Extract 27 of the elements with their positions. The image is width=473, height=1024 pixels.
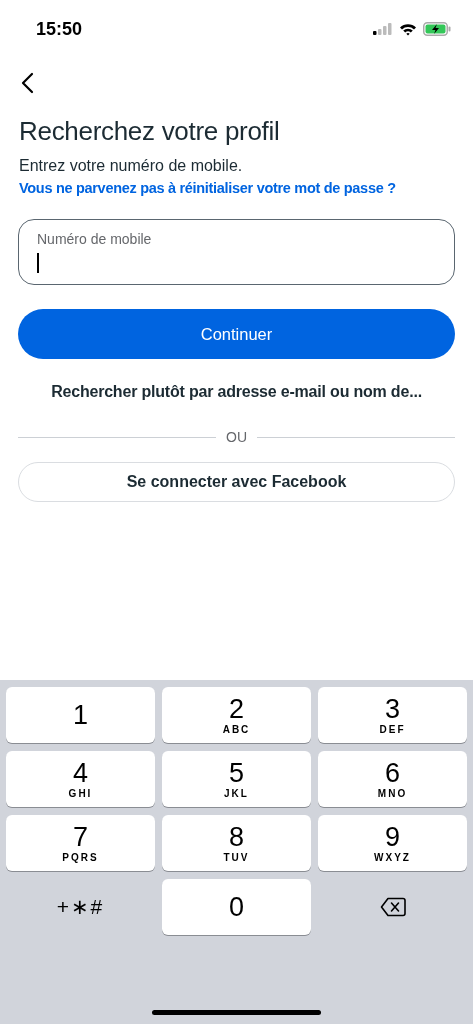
field-label: Numéro de mobile: [37, 231, 153, 247]
keypad-key[interactable]: 5 JKL: [162, 751, 311, 807]
back-icon[interactable]: [20, 72, 34, 94]
keypad-key[interactable]: 9 WXYZ: [318, 815, 467, 871]
instruction-text: Entrez votre numéro de mobile.: [19, 157, 244, 175]
facebook-login-button[interactable]: Se connecter avec Facebook: [18, 462, 455, 502]
reset-password-link[interactable]: Vous ne parvenez pas à réinitialiser votre mot de passe ?: [19, 180, 455, 196]
phone-number-field[interactable]: Numéro de mobile: [18, 219, 455, 285]
keypad-key[interactable]: 6 MNO: [318, 751, 467, 807]
keypad-key[interactable]: 7 PQRS: [6, 815, 155, 871]
keypad-key[interactable]: 3 DEF: [318, 687, 467, 743]
keypad-key[interactable]: 4 GHI: [6, 751, 155, 807]
keypad-key[interactable]: 0: [162, 879, 311, 935]
divider-label: OU: [226, 429, 247, 445]
page-title: Recherchez votre profil: [19, 116, 281, 147]
backspace-icon: [379, 897, 406, 917]
battery-charging-icon: [423, 22, 451, 36]
signal-icon: [373, 23, 393, 35]
symbols-key[interactable]: +∗#: [6, 879, 155, 935]
search-by-email-link[interactable]: Rechercher plutôt par adresse e-mail ou nom de...: [51, 383, 422, 401]
keypad-key[interactable]: 1: [6, 687, 155, 743]
wifi-icon: [399, 22, 417, 36]
keypad-key[interactable]: 2 ABC: [162, 687, 311, 743]
text-cursor: [37, 253, 39, 273]
clock: 15:50: [36, 18, 83, 40]
keypad-key[interactable]: 8 TUV: [162, 815, 311, 871]
continue-button[interactable]: Continuer: [18, 309, 455, 359]
